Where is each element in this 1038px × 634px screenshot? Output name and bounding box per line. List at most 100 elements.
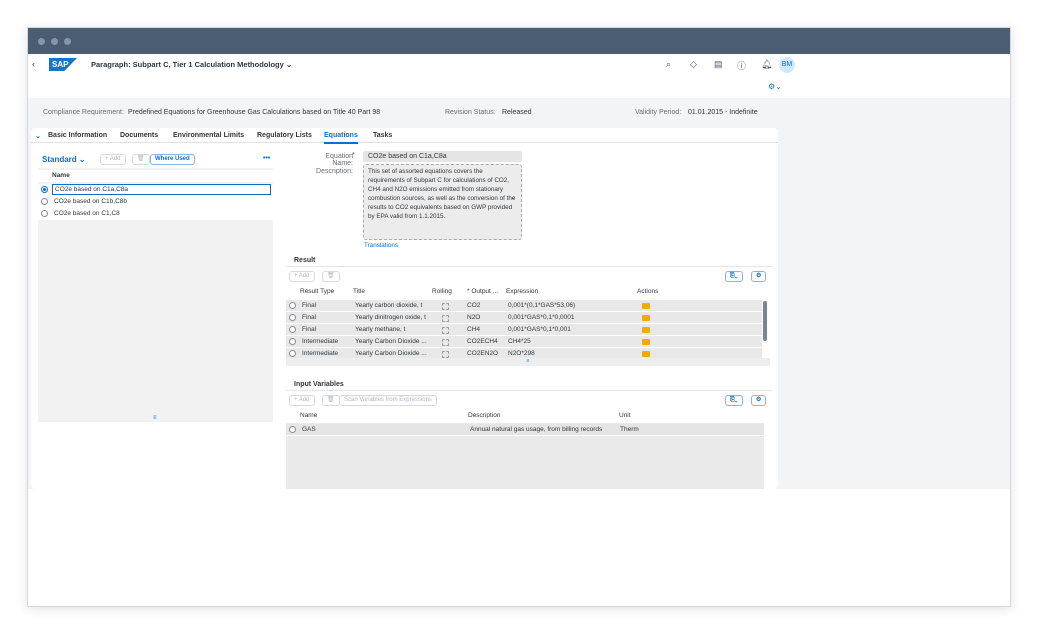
- rolling-checkbox[interactable]: [442, 351, 449, 358]
- comment-icon[interactable]: [642, 315, 650, 321]
- radio-selected[interactable]: [41, 185, 48, 193]
- cell-expression: 0,001*GAS*0,1*0,001: [508, 326, 571, 333]
- inputs-export-button[interactable]: ⎘⌄: [725, 395, 743, 406]
- col-name: Name: [300, 412, 318, 419]
- radio[interactable]: [289, 302, 296, 309]
- result-settings-button[interactable]: ⚙: [751, 271, 767, 282]
- list-item-label: CO2e based on C1b,C8b: [54, 198, 127, 205]
- cell-title: Yearly Carbon Dioxide ...: [355, 338, 427, 345]
- description-field[interactable]: This set of assorted equations covers th…: [363, 164, 522, 240]
- window-close-dot[interactable]: [38, 38, 45, 45]
- col-expression: Expression: [506, 288, 539, 295]
- settings-menu-icon[interactable]: ⚙⌄: [768, 82, 782, 91]
- cell-unit: Therm: [620, 426, 639, 433]
- result-add-button[interactable]: + Add: [289, 271, 315, 282]
- rolling-checkbox[interactable]: [442, 339, 449, 346]
- list-item[interactable]: CO2e based on C1a,C8a: [38, 184, 273, 196]
- rolling-checkbox[interactable]: [442, 315, 449, 322]
- trash-icon: 🗑︎: [327, 273, 335, 279]
- radio[interactable]: [289, 314, 296, 321]
- divider: [286, 266, 772, 267]
- col-title: Title: [353, 288, 366, 295]
- inputs-settings-button[interactable]: ⚙: [751, 395, 767, 406]
- rolling-checkbox[interactable]: [442, 327, 449, 334]
- export-icon: ⎘⌄: [730, 397, 738, 403]
- table-row[interactable]: Final Yearly carbon dioxide, t CO2 0,001…: [286, 300, 762, 312]
- result-export-button[interactable]: ⎘⌄: [725, 271, 743, 282]
- tab-divider: [31, 142, 778, 143]
- col-output: * Output ...: [467, 288, 499, 295]
- col-result-type: Result Type: [300, 288, 335, 295]
- tab-regulatory-lists[interactable]: Regulatory Lists: [257, 132, 312, 139]
- validity-label: Validity Period:: [635, 109, 682, 116]
- export-icon: ⎘⌄: [730, 273, 738, 279]
- scan-variables-button[interactable]: Scan Variables from Expressions: [339, 395, 437, 406]
- collapse-icon[interactable]: ⌄: [35, 132, 41, 140]
- search-icon[interactable]: ⌕: [666, 59, 671, 70]
- more-button[interactable]: •••: [263, 155, 270, 162]
- radio[interactable]: [289, 338, 296, 345]
- rolling-checkbox[interactable]: [442, 303, 449, 310]
- divider: [286, 390, 772, 391]
- window-min-dot[interactable]: [51, 38, 58, 45]
- radio[interactable]: [289, 326, 296, 333]
- comment-icon[interactable]: [642, 351, 650, 357]
- radio[interactable]: [41, 197, 48, 205]
- chat-icon[interactable]: ▤: [714, 59, 723, 70]
- list-item-label: CO2e based on C1a,C8a: [52, 184, 271, 195]
- compliance-value: Predefined Equations for Greenhouse Gas …: [128, 109, 381, 116]
- avatar[interactable]: BM: [779, 57, 795, 73]
- cell-title: Yearly carbon dioxide, t: [355, 302, 423, 309]
- variant-selector[interactable]: Standard ⌄: [42, 155, 86, 164]
- tab-documents[interactable]: Documents: [120, 132, 158, 139]
- cell-output: CO2ECH4: [467, 338, 498, 345]
- diamond-icon[interactable]: ◇: [690, 59, 697, 70]
- comment-icon[interactable]: [642, 327, 650, 333]
- window-max-dot[interactable]: [64, 38, 71, 45]
- cell-output: CH4: [467, 326, 481, 333]
- trash-icon: 🗑︎: [327, 397, 335, 403]
- bell-icon[interactable]: 🔔︎: [761, 59, 772, 70]
- page-title[interactable]: Paragraph: Subpart C, Tier 1 Calculation…: [91, 60, 292, 69]
- comment-icon[interactable]: [642, 339, 650, 345]
- equation-name-label: Equation Name:: [325, 153, 353, 167]
- tab-equations[interactable]: Equations: [324, 132, 358, 144]
- back-icon[interactable]: ‹: [32, 59, 35, 69]
- translations-link[interactable]: Translations: [364, 242, 398, 249]
- inputs-table: Name Description Unit GAS Annual natural…: [286, 410, 764, 489]
- col-rolling: Rolling: [432, 288, 452, 295]
- where-used-button[interactable]: Where Used: [150, 154, 195, 165]
- resize-handle[interactable]: ≡: [286, 358, 770, 366]
- help-icon[interactable]: ⓘ: [737, 59, 746, 72]
- result-delete-button[interactable]: 🗑︎: [322, 271, 340, 282]
- comment-icon[interactable]: [642, 303, 650, 309]
- page-title-text: Paragraph: Subpart C, Tier 1 Calculation…: [91, 60, 284, 69]
- table-row[interactable]: Final Yearly dinitrogen oxide, t N2O 0,0…: [286, 312, 762, 324]
- col-actions: Actions: [637, 288, 659, 295]
- col-description: Description: [468, 412, 501, 419]
- add-button[interactable]: + Add: [100, 154, 126, 165]
- scrollbar[interactable]: [763, 301, 767, 341]
- cell-result-type: Final: [302, 326, 317, 333]
- cell-result-type: Final: [302, 314, 317, 321]
- list-item[interactable]: CO2e based on C1b,C8b: [38, 196, 273, 208]
- resize-handle[interactable]: ≡: [153, 415, 157, 421]
- table-row[interactable]: Intermediate Yearly Carbon Dioxide ... C…: [286, 336, 762, 348]
- tab-basic-information[interactable]: Basic Information: [48, 132, 107, 139]
- tab-tasks[interactable]: Tasks: [373, 132, 392, 139]
- table-row[interactable]: Final Yearly methane, t CH4 0,001*GAS*0,…: [286, 324, 762, 336]
- delete-button[interactable]: 🗑︎: [132, 154, 150, 165]
- col-name: Name: [52, 172, 70, 179]
- radio[interactable]: [41, 209, 48, 217]
- list-item[interactable]: CO2e based on C1,C8: [38, 208, 273, 220]
- radio[interactable]: [289, 350, 296, 357]
- validity-value: 01.01.2015 - Indefinite: [688, 109, 758, 116]
- inputs-add-button[interactable]: + Add: [289, 395, 315, 406]
- table-row[interactable]: GAS Annual natural gas usage, from billi…: [286, 424, 764, 436]
- equation-name-field[interactable]: CO2e based on C1a,C8a: [363, 151, 522, 162]
- cell-result-type: Intermediate: [302, 338, 339, 345]
- tab-environmental-limits[interactable]: Environmental Limits: [173, 132, 244, 139]
- list-header: Name: [38, 170, 273, 182]
- inputs-delete-button[interactable]: 🗑︎: [322, 395, 340, 406]
- radio[interactable]: [289, 426, 296, 433]
